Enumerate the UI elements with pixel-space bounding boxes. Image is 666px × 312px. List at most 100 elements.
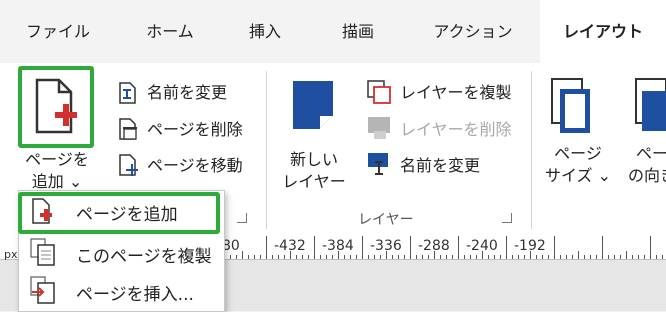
ruler-tick	[380, 255, 381, 259]
ruler-tick	[416, 255, 417, 259]
ruler-tick	[428, 255, 429, 259]
orientation-icon	[635, 78, 666, 131]
orientation-label-line1: ペー	[635, 144, 666, 163]
ruler-tick	[386, 251, 387, 259]
ruler-tick	[356, 255, 357, 259]
menu-item-insert-page[interactable]: ページを挿入...	[19, 271, 224, 309]
ruler-tick	[476, 255, 477, 259]
duplicate-layer-button[interactable]: レイヤーを複製	[400, 79, 512, 103]
orientation-label-line2: の向き	[627, 166, 666, 185]
ruler-tick	[470, 255, 471, 259]
ruler-tick	[482, 251, 483, 259]
rename-layer-button[interactable]: 名前を変更	[400, 152, 480, 176]
ruler-tick	[542, 255, 543, 259]
ruler-tick	[518, 255, 519, 259]
ruler-tick	[560, 255, 561, 259]
rename-page-button[interactable]: 名前を変更	[147, 79, 227, 103]
page-group-launcher-icon[interactable]	[237, 213, 247, 223]
ruler-tick	[362, 236, 363, 259]
menu-item-duplicate-page[interactable]: このページを複製	[19, 233, 224, 271]
ruler-tick	[500, 255, 501, 259]
ruler-tick	[530, 251, 531, 259]
ruler-tick	[242, 251, 243, 259]
ruler-tick	[320, 255, 321, 259]
new-layer-label-line1: 新しい	[289, 150, 338, 169]
ruler-tick	[506, 236, 507, 259]
move-page-icon	[119, 154, 138, 176]
ruler-tick	[614, 255, 615, 259]
ruler-tick	[308, 255, 309, 259]
add-page-button[interactable]: ページを 追加 ⌄	[15, 149, 99, 193]
ruler-tick	[626, 251, 627, 259]
ruler-tick	[368, 255, 369, 259]
ruler-tick	[572, 255, 573, 259]
group-separator	[531, 71, 532, 229]
ruler-tick	[458, 236, 459, 259]
insert-page-icon	[30, 276, 55, 304]
ruler-tick	[554, 236, 555, 259]
ruler-tick	[248, 255, 249, 259]
menu-item-label: ページを挿入...	[76, 285, 194, 305]
add-page-label-line1: ページを	[25, 150, 89, 169]
tab-insert[interactable]: 挿入	[225, 0, 305, 63]
orientation-button[interactable]: ペー の向き	[622, 143, 666, 187]
rename-layer-icon	[368, 153, 388, 175]
add-page-item-highlight	[18, 192, 220, 234]
tab-actions[interactable]: アクション	[418, 0, 528, 63]
ruler-tick	[494, 255, 495, 259]
ruler-tick	[326, 255, 327, 259]
new-layer-label-line2: レイヤー	[282, 172, 346, 191]
move-page-button[interactable]: ページを移動	[147, 152, 243, 176]
ruler-tick	[296, 255, 297, 259]
page-size-label-line1: ページ	[554, 144, 602, 163]
ruler-tick	[446, 255, 447, 259]
ruler-tick	[422, 255, 423, 259]
ruler-tick	[512, 255, 513, 259]
menu-item-label: このページを複製	[76, 247, 212, 267]
ruler-tick	[434, 251, 435, 259]
ruler-tick	[548, 255, 549, 259]
tab-draw[interactable]: 描画	[318, 0, 398, 63]
ruler-tick	[284, 255, 285, 259]
new-layer-icon	[293, 81, 333, 129]
ruler-tick	[350, 255, 351, 259]
tab-layout[interactable]: レイアウト	[540, 0, 666, 63]
new-layer-button[interactable]: 新しい レイヤー	[280, 149, 348, 193]
ruler-tick	[464, 255, 465, 259]
tab-home[interactable]: ホーム	[125, 0, 215, 63]
layer-group-launcher-icon[interactable]	[502, 213, 512, 223]
ruler-tick	[398, 255, 399, 259]
ruler-tick	[290, 251, 291, 259]
ruler-tick	[650, 236, 651, 259]
ruler-tick	[236, 255, 237, 259]
ruler-tick	[644, 255, 645, 259]
ruler-tick	[278, 255, 279, 259]
ruler-tick	[392, 255, 393, 259]
ruler-tick	[656, 255, 657, 259]
ruler-tick	[344, 255, 345, 259]
ruler-tick	[410, 236, 411, 259]
ruler-tick	[590, 255, 591, 259]
ruler-tick	[338, 251, 339, 259]
ruler-tick	[302, 255, 303, 259]
page-size-button[interactable]: ページ サイズ ⌄	[538, 143, 618, 187]
ruler-tick	[536, 255, 537, 259]
delete-layer-icon	[368, 117, 390, 139]
ruler-tick	[314, 236, 315, 259]
rename-page-icon	[119, 82, 136, 104]
tab-file[interactable]: ファイル	[8, 0, 108, 63]
duplicate-layer-icon	[367, 80, 391, 104]
delete-layer-button[interactable]: レイヤーを削除	[400, 116, 512, 140]
ruler-tick	[602, 236, 603, 259]
ruler-tick	[404, 255, 405, 259]
ruler-tick	[260, 255, 261, 259]
ruler-tick	[374, 255, 375, 259]
add-page-icon[interactable]	[33, 76, 81, 136]
delete-page-button[interactable]: ページを削除	[147, 116, 243, 140]
ruler-tick	[620, 255, 621, 259]
duplicate-page-icon	[30, 238, 55, 266]
ruler-tick	[272, 255, 273, 259]
ruler-tick	[578, 251, 579, 259]
page-size-label-line2: サイズ ⌄	[544, 166, 611, 185]
ruler-tick	[596, 255, 597, 259]
